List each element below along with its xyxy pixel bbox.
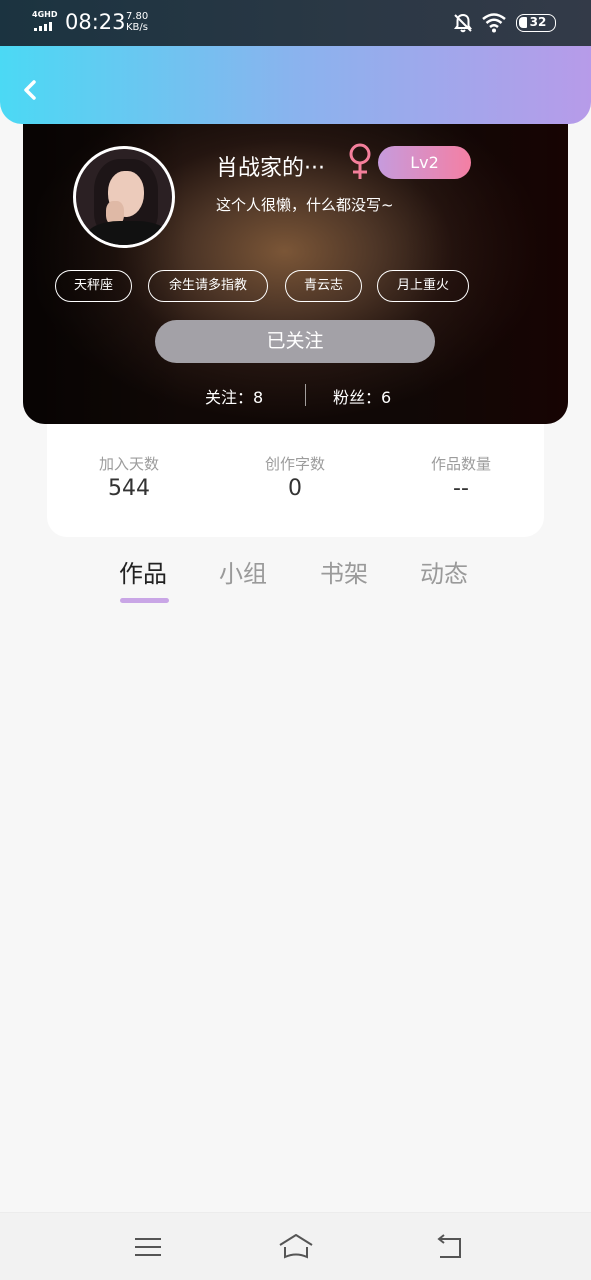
female-icon [349, 143, 371, 179]
tag-item[interactable]: 余生请多指教 [148, 270, 268, 302]
stat-word-count: 创作字数 0 [225, 454, 365, 503]
following-value: 8 [253, 388, 264, 407]
tab-bar: 作品 小组 书架 动态 [0, 552, 591, 612]
bell-muted-icon [454, 13, 472, 33]
battery-level: 32 [529, 15, 547, 29]
stat-value: 544 [108, 476, 150, 501]
signal-icon [34, 22, 52, 31]
fans-value: 6 [381, 388, 392, 407]
tab-groups[interactable]: 小组 [219, 554, 267, 589]
menu-icon[interactable] [131, 1231, 165, 1263]
following-count[interactable]: 关注：8 [205, 384, 263, 408]
follow-stats: 关注：8 粉丝：6 [23, 382, 568, 408]
stat-label: 作品数量 [430, 455, 491, 473]
network-indicator: 4GHD [32, 10, 62, 34]
fans-label: 粉丝： [333, 388, 382, 407]
tab-works[interactable]: 作品 [119, 554, 167, 589]
user-bio: 这个人很懒，什么都没写~ [216, 196, 394, 214]
following-label: 关注： [205, 388, 254, 407]
stats-card: 加入天数 544 创作字数 0 作品数量 -- [47, 410, 544, 537]
tag-item[interactable]: 青云志 [285, 270, 362, 302]
tag-item[interactable]: 天秤座 [55, 270, 132, 302]
stat-value: -- [453, 476, 469, 501]
stat-join-days: 加入天数 544 [59, 454, 199, 503]
status-time: 08:23 [65, 10, 126, 34]
stat-label: 创作字数 [264, 455, 325, 473]
wifi-icon [482, 13, 506, 33]
battery-icon: 32 [516, 14, 556, 32]
fans-count[interactable]: 粉丝：6 [333, 384, 391, 408]
system-nav-bar [0, 1212, 591, 1280]
follow-button[interactable]: 已关注 [155, 320, 435, 363]
profile-card: 肖战家的··· Lv2 这个人很懒，什么都没写~ 天秤座 余生请多指教 青云志 … [23, 110, 568, 424]
speed-value: 7.80 [126, 11, 149, 22]
speed-unit: KB/s [126, 22, 148, 33]
network-label: 4GHD [32, 10, 58, 19]
stat-works-count: 作品数量 -- [391, 454, 531, 503]
avatar[interactable] [73, 146, 175, 248]
tag-item[interactable]: 月上重火 [377, 270, 469, 302]
stat-value: 0 [288, 476, 302, 501]
status-bar: 4GHD 08:23 7.80 KB/s 32 [0, 0, 591, 46]
app-header [0, 46, 591, 124]
level-badge: Lv2 [378, 146, 471, 179]
nickname: 肖战家的··· [216, 156, 325, 181]
stat-label: 加入天数 [98, 455, 159, 473]
divider [305, 384, 306, 406]
home-icon[interactable] [277, 1231, 315, 1263]
back-icon[interactable] [432, 1231, 466, 1263]
tab-bookshelf[interactable]: 书架 [320, 554, 368, 589]
chevron-left-icon[interactable] [14, 74, 46, 106]
tab-indicator [120, 598, 169, 603]
tab-activity[interactable]: 动态 [420, 554, 468, 589]
network-speed: 7.80 KB/s [126, 11, 148, 33]
